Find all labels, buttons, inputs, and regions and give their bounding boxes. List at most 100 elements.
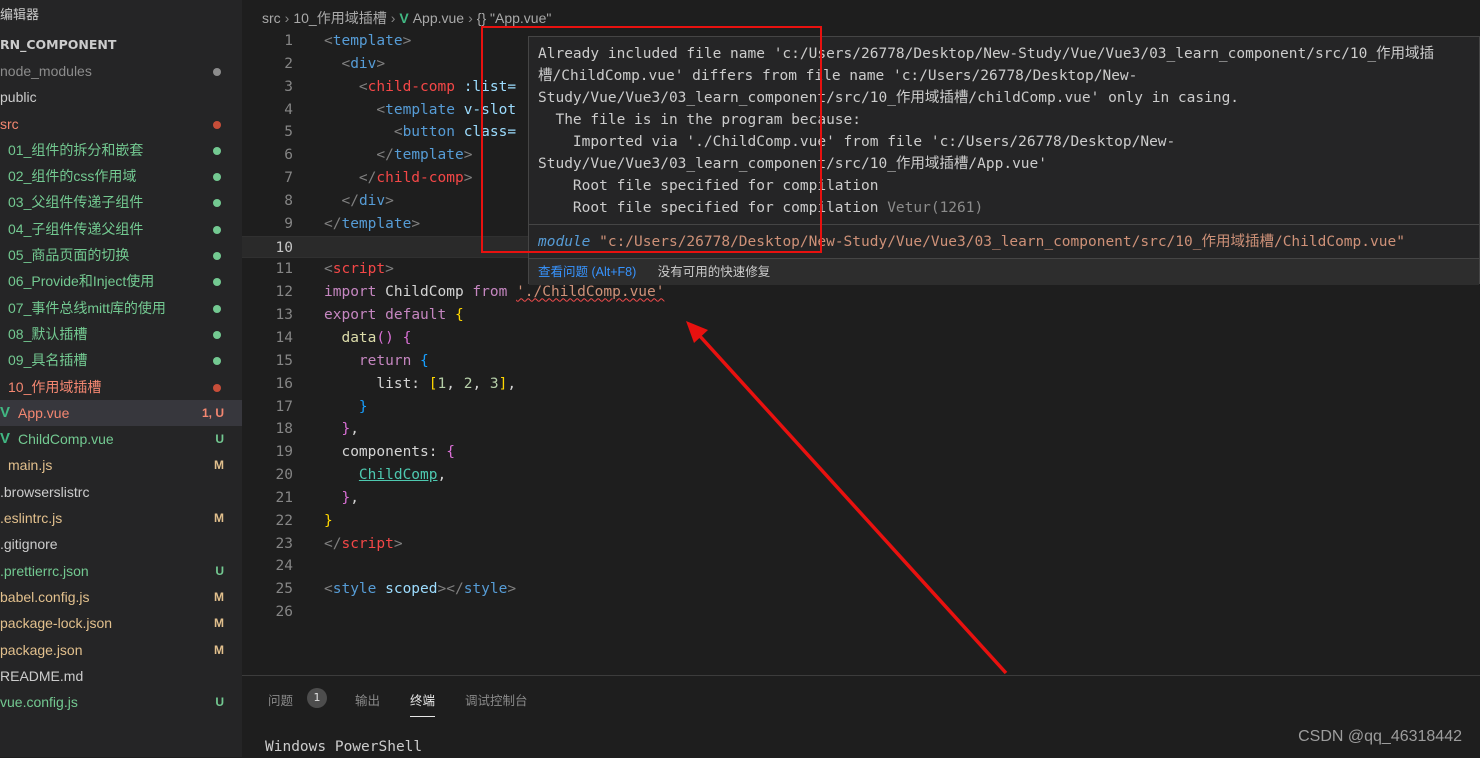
file-tree-item[interactable]: V App.vue 1, U <box>0 399 242 427</box>
breadcrumb-src[interactable]: src <box>262 10 281 26</box>
line-number: 4 <box>284 101 293 118</box>
line-number: 8 <box>284 192 293 209</box>
code-line[interactable]: 18 }, <box>242 418 1480 441</box>
code-line[interactable]: 14 data() { <box>242 327 1480 350</box>
file-tree-item[interactable]: 04_子组件传递父组件 <box>0 216 242 242</box>
code-token: < <box>324 581 333 598</box>
line-number: 14 <box>275 329 293 346</box>
file-tree-item[interactable]: main.js M <box>0 452 242 478</box>
file-tree-item[interactable]: 06_Provide和Inject使用 <box>0 268 242 294</box>
sidebar-title: 编辑器 <box>0 8 40 23</box>
file-tree-item[interactable]: 10_作用域插槽 <box>0 374 242 400</box>
line-content: list: [1, 2, 3], <box>324 373 516 396</box>
tab-terminal[interactable]: 终端 <box>410 690 436 717</box>
git-status-badge: M <box>214 589 224 604</box>
code-token: script <box>341 535 394 552</box>
line-number: 25 <box>275 581 293 598</box>
code-line[interactable]: 25 <style scoped></style> <box>242 578 1480 601</box>
breadcrumb-symbol[interactable]: {} "App.vue" <box>477 10 552 26</box>
file-tree-item[interactable]: 02_组件的css作用域 <box>0 163 242 189</box>
bottom-panel: 问题 1 输出 终端 调试控制台 Windows PowerShell CSDN… <box>242 675 1480 758</box>
file-tree-item[interactable]: .prettierrc.json U <box>0 558 242 584</box>
code-line[interactable]: 21 }, <box>242 487 1480 510</box>
code-token: default <box>385 307 447 324</box>
file-tree: node_modulespublic src 01_组件的拆分和嵌套 02_组件的cs… <box>0 58 242 715</box>
code-line[interactable]: 20 ChildComp, <box>242 464 1480 487</box>
breadcrumb-folder[interactable]: 10_作用域插槽 <box>293 10 386 26</box>
code-token: , <box>472 375 490 392</box>
code-line[interactable]: 24 <box>242 555 1480 578</box>
code-token: return <box>358 352 412 369</box>
terminal-output[interactable]: Windows PowerShell <box>265 739 422 755</box>
file-tree-item[interactable]: .browserslistrc <box>0 479 242 505</box>
file-tree-item-label: package-lock.json <box>0 615 113 632</box>
file-tree-item[interactable]: 01_组件的拆分和嵌套 <box>0 137 242 163</box>
file-tree-item[interactable]: public <box>0 84 242 110</box>
code-token: > <box>463 147 473 164</box>
file-tree-item[interactable]: README.md <box>0 663 242 689</box>
code-token: 3 <box>489 375 499 392</box>
code-line[interactable]: 19 components: { <box>242 441 1480 464</box>
file-tree-item[interactable]: .eslintrc.js M <box>0 505 242 531</box>
breadcrumb-file[interactable]: App.vue <box>413 10 464 26</box>
line-number: 23 <box>275 535 293 552</box>
code-line[interactable]: 13 export default { <box>242 304 1480 327</box>
file-tree-item[interactable]: babel.config.js M <box>0 584 242 610</box>
code-token: div <box>358 192 386 209</box>
file-tree-item[interactable]: V ChildComp.vue U <box>0 426 242 452</box>
code-token: > <box>463 170 473 187</box>
file-tree-item-label: babel.config.js <box>0 588 90 605</box>
tab-debug-console[interactable]: 调试控制台 <box>465 690 528 709</box>
file-tree-item-label: 06_Provide和Inject使用 <box>8 273 155 290</box>
line-content: ChildComp, <box>324 464 446 487</box>
code-line[interactable]: 23 </script> <box>242 533 1480 556</box>
code-line[interactable]: 15 return { <box>242 350 1480 373</box>
project-root[interactable]: RN_COMPONENT <box>0 32 242 58</box>
tab-output[interactable]: 输出 <box>355 690 380 709</box>
file-tree-item-label: .eslintrc.js <box>0 510 63 527</box>
git-status-dot <box>213 383 221 392</box>
code-line[interactable]: 26 <box>242 601 1480 624</box>
code-line[interactable]: 16 list: [1, 2, 3], <box>242 373 1480 396</box>
code-token: > <box>376 55 386 72</box>
file-tree-item-label: 01_组件的拆分和嵌套 <box>8 141 144 158</box>
code-line[interactable]: 17 } <box>242 396 1480 419</box>
file-tree-item[interactable]: 05_商品页面的切换 <box>0 242 242 268</box>
view-problem-link[interactable]: 查看问题 (Alt+F8) <box>538 265 636 279</box>
file-tree-item[interactable]: 03_父组件传递子组件 <box>0 189 242 215</box>
line-content: components: { <box>324 441 455 464</box>
file-tree-item[interactable]: 08_默认插槽 <box>0 321 242 347</box>
code-token: { <box>454 307 464 324</box>
tab-problems[interactable]: 问题 <box>268 690 293 709</box>
code-token: ChildComp <box>376 284 473 301</box>
code-line[interactable]: 22} <box>242 510 1480 533</box>
line-content: </child-comp> <box>324 167 473 190</box>
file-tree-item[interactable]: vue.config.js U <box>0 689 242 715</box>
file-tree-item[interactable]: 07_事件总线mitt库的使用 <box>0 295 242 321</box>
file-tree-item-label: vue.config.js <box>0 694 78 711</box>
vue-icon: V <box>0 430 11 448</box>
code-token: </ <box>376 147 394 164</box>
code-token: > <box>507 581 517 598</box>
file-tree-item-label: public <box>0 89 37 106</box>
code-token: > <box>411 215 421 232</box>
line-number: 5 <box>284 124 293 141</box>
file-tree-item[interactable]: package-lock.json M <box>0 610 242 636</box>
code-token: script <box>332 261 386 278</box>
file-tree-item-label: .prettierrc.json <box>0 562 89 579</box>
code-token: , <box>350 421 359 438</box>
file-tree-item[interactable]: src <box>0 111 242 137</box>
file-tree-item[interactable]: package.json M <box>0 637 242 663</box>
line-number: 16 <box>275 375 293 392</box>
line-content: <template> <box>324 30 411 53</box>
code-token: </ <box>341 192 359 209</box>
file-tree-item[interactable]: node_modules <box>0 58 242 84</box>
file-tree-item[interactable]: .gitignore <box>0 531 242 557</box>
code-token: { <box>402 329 412 346</box>
file-tree-item[interactable]: 09_具名插槽 <box>0 347 242 373</box>
